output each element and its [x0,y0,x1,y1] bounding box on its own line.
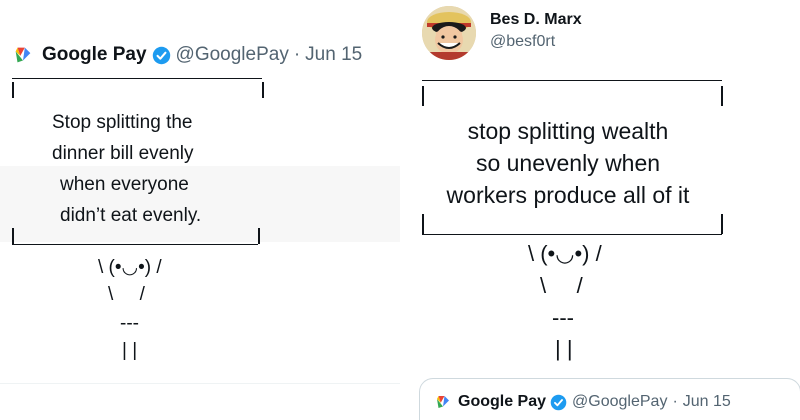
sign-bottom-line [12,244,258,245]
quoted-tweet-card[interactable]: Google Pay @GooglePay · Jun 15 [419,378,800,420]
sign-line-2: dinner bill evenly [52,143,194,164]
sign-text: Stop splitting the dinner bill evenly wh… [38,107,246,231]
sign-left-bar-top [12,82,14,98]
quoted-tweet-date: Jun 15 [682,393,731,410]
google-pay-logo-icon[interactable] [12,44,34,66]
sign-line-1: stop splitting wealth [467,118,669,144]
tweet-header: Google Pay @GooglePay · Jun 15 [12,38,362,72]
google-pay-logo-icon [437,396,449,408]
sign-right-bar-top [262,82,264,98]
sign-right-bar-bottom [258,228,260,244]
bunny-arms: \ / [108,284,145,305]
verified-badge-icon [152,46,170,64]
tweet-date[interactable]: Jun 15 [305,44,362,66]
sign-left-bar-bottom [12,228,14,244]
quoted-author-handle: @GooglePay [572,393,668,410]
avatar-image [422,6,476,60]
right-tweet-screenshot: Bes D. Marx @besf0rt stop splitting weal… [406,0,800,420]
bunny-face: \ (•◡•) / [98,257,162,278]
sign-line-2: so unevenly when [475,150,661,176]
bunny-arms: \ / [540,273,583,298]
author-handle[interactable]: @besf0rt [490,33,555,51]
sign-line-1: Stop splitting the [52,112,193,133]
sign-left-bar-bottom [422,214,424,234]
author-handle[interactable]: @GooglePay [176,44,289,66]
author-name[interactable]: Bes D. Marx [490,11,582,29]
left-tweet-screenshot: Google Pay @GooglePay · Jun 15 Stop spli… [0,0,400,420]
separator-dot: · [672,393,678,410]
sign-line-4: didn’t eat evenly. [60,205,202,226]
sign-text: stop splitting wealth so unevenly when w… [418,115,718,211]
sign-line-3: workers produce all of it [446,182,690,208]
sign-left-bar-top [422,86,424,106]
sign-top-line [12,78,262,79]
bunny-legs: | | [555,336,573,361]
sign-top-line [422,80,722,81]
tweet-divider [0,383,400,384]
quoted-author-name: Google Pay [458,393,547,410]
separator-dot: · [293,44,301,65]
sign-line-3: when everyone [60,174,189,195]
bunny-face: \ (•◡•) / [528,241,602,266]
bunny-body: --- [120,313,139,334]
verified-badge-icon [550,394,567,410]
sign-right-bar-bottom [721,214,723,234]
quoted-tweet-header: Google Pay @GooglePay · Jun 15 [434,393,731,411]
bunny-legs: | | [122,340,138,361]
bunny-body: --- [552,305,574,330]
sign-bottom-line [422,234,722,235]
author-name[interactable]: Google Pay [42,44,147,66]
sign-right-bar-top [721,86,723,106]
avatar[interactable] [422,6,476,60]
